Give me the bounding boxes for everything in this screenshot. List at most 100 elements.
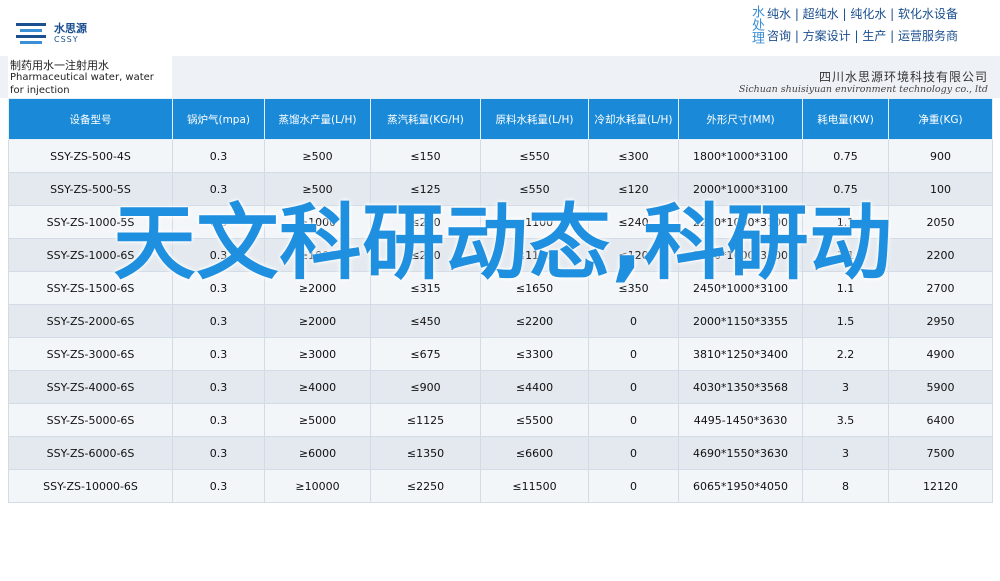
table-cell: 4690*1550*3630 <box>678 436 803 470</box>
table-cell: 1.1 <box>802 271 889 305</box>
table-cell: 4495-1450*3630 <box>678 403 803 437</box>
table-cell: ≤4400 <box>480 370 589 404</box>
model-cell: SSY-ZS-2000-6S <box>8 304 173 338</box>
table-cell: 0.3 <box>172 469 265 503</box>
table-cell: 2200*1000*3100 <box>678 205 803 239</box>
table-cell: 8 <box>802 469 889 503</box>
table-cell: 1.1 <box>802 238 889 272</box>
table-cell: ≤3300 <box>480 337 589 371</box>
table-cell: ≤210 <box>370 238 481 272</box>
column-header: 外形尺寸(MM) <box>678 98 803 140</box>
table-cell: ≥10000 <box>264 469 371 503</box>
table-cell: ≤5500 <box>480 403 589 437</box>
table-cell: ≤315 <box>370 271 481 305</box>
product-title-box: 制药用水一注射用水 Pharmaceutical water, water fo… <box>8 56 172 98</box>
logo-en: CSSY <box>54 35 79 44</box>
table-cell: 1800*1000*3100 <box>678 139 803 173</box>
company-logo[interactable]: 水思源 CSSY <box>14 18 134 48</box>
table-cell: 2300*1000*3100 <box>678 238 803 272</box>
table-cell: ≤250 <box>370 205 481 239</box>
table-cell: 0.3 <box>172 238 265 272</box>
table-cell: ≤120 <box>588 238 679 272</box>
table-cell: ≤6600 <box>480 436 589 470</box>
table-cell: 3 <box>802 436 889 470</box>
model-cell: SSY-ZS-1000-5S <box>8 205 173 239</box>
table-cell: ≤900 <box>370 370 481 404</box>
table-row: SSY-ZS-500-4S 0.3 ≥500 ≤150 ≤550 ≤300 1800*100… <box>8 139 993 173</box>
table-cell: 5900 <box>888 370 993 404</box>
table-cell: ≥500 <box>264 172 371 206</box>
table-cell: 0.3 <box>172 139 265 173</box>
table-row: SSY-ZS-10000-6S 0.3 ≥10000 ≤2250 ≤11500 0 6065… <box>8 469 993 503</box>
table-cell: 2950 <box>888 304 993 338</box>
table-cell: 6065*1950*4050 <box>678 469 803 503</box>
column-header: 原料水耗量(L/H) <box>480 98 589 140</box>
table-cell: 0 <box>588 469 679 503</box>
table-cell: ≥5000 <box>264 403 371 437</box>
table-cell: ≤1100 <box>480 205 589 239</box>
table-row: SSY-ZS-1500-6S 0.3 ≥2000 ≤315 ≤1650 ≤350 2450*… <box>8 271 993 305</box>
table-cell: ≤675 <box>370 337 481 371</box>
table-cell: ≤1350 <box>370 436 481 470</box>
table-cell: 3810*1250*3400 <box>678 337 803 371</box>
company-name-cn: 四川水思源环境科技有限公司 <box>818 70 988 84</box>
table-cell: 0.3 <box>172 337 265 371</box>
column-header: 耗电量(KW) <box>802 98 889 140</box>
table-cell: 900 <box>888 139 993 173</box>
table-cell: ≤350 <box>588 271 679 305</box>
model-cell: SSY-ZS-1000-6S <box>8 238 173 272</box>
table-cell: 0.3 <box>172 205 265 239</box>
column-header: 设备型号 <box>8 98 173 140</box>
table-row: SSY-ZS-5000-6S 0.3 ≥5000 ≤1125 ≤5500 0 4495-14… <box>8 403 993 437</box>
table-cell: ≥500 <box>264 139 371 173</box>
model-cell: SSY-ZS-500-4S <box>8 139 173 173</box>
table-cell: 2450*1000*3100 <box>678 271 803 305</box>
model-cell: SSY-ZS-4000-6S <box>8 370 173 404</box>
table-cell: ≥6000 <box>264 436 371 470</box>
table-cell: ≤450 <box>370 304 481 338</box>
table-cell: ≤300 <box>588 139 679 173</box>
table-cell: ≤550 <box>480 139 589 173</box>
table-cell: 0 <box>588 370 679 404</box>
table-cell: 3 <box>802 370 889 404</box>
spec-table: 设备型号 锅炉气(mpa) 蒸馏水产量(L/H) 蒸汽耗量(KG/H) 原料水耗… <box>8 98 993 503</box>
table-cell: ≤11500 <box>480 469 589 503</box>
column-header: 锅炉气(mpa) <box>172 98 265 140</box>
table-cell: 1.5 <box>802 304 889 338</box>
table-body: SSY-ZS-500-4S 0.3 ≥500 ≤150 ≤550 ≤300 1800*100… <box>8 139 993 503</box>
table-cell: ≤1650 <box>480 271 589 305</box>
slogan-line-1: 纯水 | 超纯水 | 纯化水 | 软化水设备 <box>767 7 959 21</box>
table-row: SSY-ZS-2000-6S 0.3 ≥2000 ≤450 ≤2200 0 2000*115… <box>8 304 993 338</box>
table-cell: 6400 <box>888 403 993 437</box>
model-cell: SSY-ZS-1500-6S <box>8 271 173 305</box>
table-cell: ≤125 <box>370 172 481 206</box>
table-row: SSY-ZS-500-5S 0.3 ≥500 ≤125 ≤550 ≤120 2000*100… <box>8 172 993 206</box>
column-header: 蒸馏水产量(L/H) <box>264 98 371 140</box>
table-cell: ≤2250 <box>370 469 481 503</box>
table-cell: 2050 <box>888 205 993 239</box>
table-cell: 0.3 <box>172 271 265 305</box>
model-cell: SSY-ZS-3000-6S <box>8 337 173 371</box>
table-row: SSY-ZS-6000-6S 0.3 ≥6000 ≤1350 ≤6600 0 4690*15… <box>8 436 993 470</box>
table-cell: 2000*1000*3100 <box>678 172 803 206</box>
slogan: 水处理 纯水 | 超纯水 | 纯化水 | 软化水设备 咨询 | 方案设计 | 生… <box>735 0 1000 50</box>
table-cell: 2700 <box>888 271 993 305</box>
table-cell: 0.3 <box>172 370 265 404</box>
company-band: 制药用水一注射用水 Pharmaceutical water, water fo… <box>0 56 1000 98</box>
table-cell: ≥4000 <box>264 370 371 404</box>
table-cell: ≥1000 <box>264 205 371 239</box>
table-row: SSY-ZS-4000-6S 0.3 ≥4000 ≤900 ≤4400 0 4030*135… <box>8 370 993 404</box>
table-cell: 0 <box>588 403 679 437</box>
top-header: 水思源 CSSY 水处理 纯水 | 超纯水 | 纯化水 | 软化水设备 咨询 |… <box>0 0 1000 56</box>
table-cell: 0.75 <box>802 172 889 206</box>
column-header: 冷却水耗量(L/H) <box>588 98 679 140</box>
table-cell: 3.5 <box>802 403 889 437</box>
table-cell: ≥1000 <box>264 238 371 272</box>
table-cell: ≤120 <box>588 172 679 206</box>
table-cell: 0 <box>588 436 679 470</box>
model-cell: SSY-ZS-500-5S <box>8 172 173 206</box>
logo-mark-icon <box>16 23 46 44</box>
table-cell: ≥2000 <box>264 304 371 338</box>
table-header-row: 设备型号 锅炉气(mpa) 蒸馏水产量(L/H) 蒸汽耗量(KG/H) 原料水耗… <box>8 98 993 140</box>
table-cell: 0 <box>588 337 679 371</box>
